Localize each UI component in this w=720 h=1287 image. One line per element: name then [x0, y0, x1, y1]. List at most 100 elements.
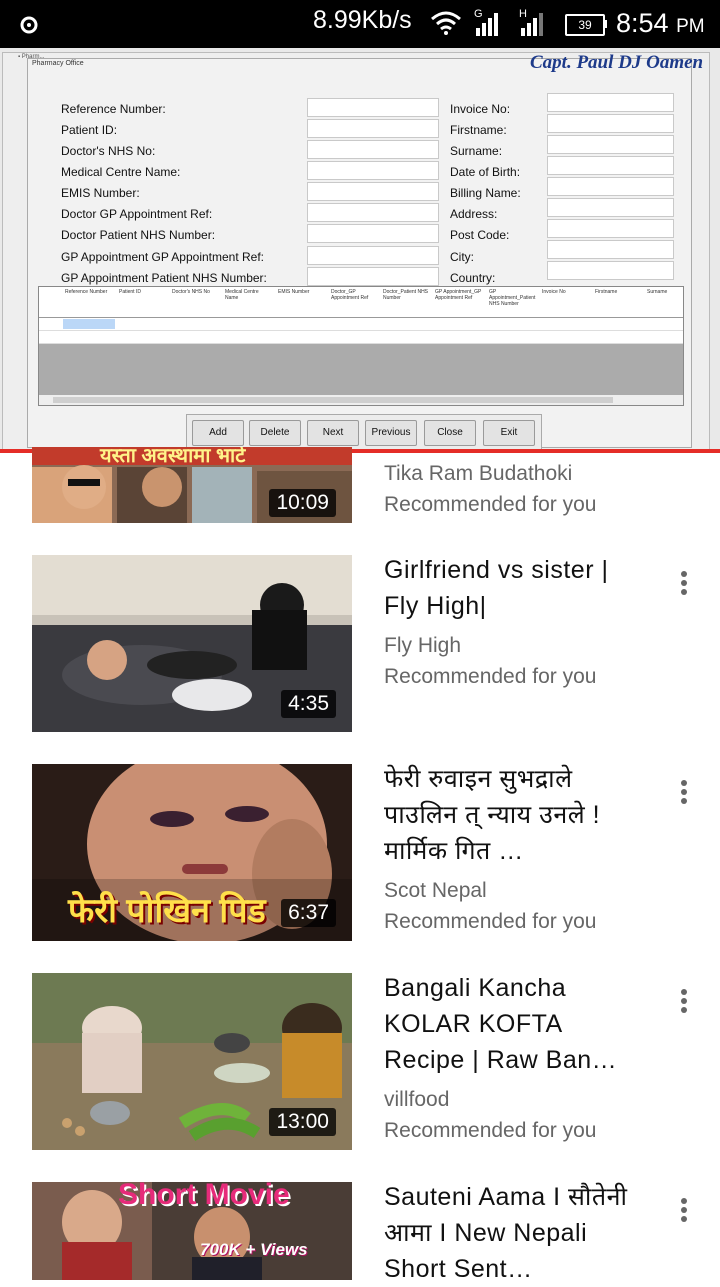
input-doctor-nhs [307, 140, 439, 159]
label-patient-id: Patient ID: [61, 123, 118, 137]
delete-button: Delete [249, 420, 301, 446]
video-thumbnail[interactable]: यस्ता अवस्थामा भाटे 10:09 [32, 447, 352, 523]
grid-col-header: Medical Centre Name [225, 289, 259, 301]
grid-col-header: Doctor_GP Appointment Ref [331, 289, 369, 301]
video-list-item[interactable]: 4:35 Girlfriend vs sister | Fly High| Fl… [0, 555, 720, 745]
input-medical-centre [307, 161, 439, 180]
label-surname: Surname: [450, 144, 503, 158]
thumbnail-overlay-text: यस्ता अवस्थामा भाटे [100, 447, 246, 467]
label-gp-patient-nhs: GP Appointment Patient NHS Number: [61, 271, 267, 285]
video-thumbnail[interactable]: फेरी पोखिन पिड 6:37 [32, 764, 352, 941]
grid-row [39, 331, 683, 344]
next-button: Next [307, 420, 359, 446]
thumbnail-overlay-text: फेरी पोखिन पिड [68, 892, 266, 930]
clock-time: 8:54 [616, 8, 669, 38]
label-medical-centre: Medical Centre Name: [61, 165, 181, 179]
recommended-label: Recommended for you [384, 910, 597, 933]
input-surname [547, 135, 674, 154]
battery-icon: 39 [565, 14, 605, 36]
grid-header: Reference Number Patient ID Doctor's NHS… [39, 287, 683, 318]
label-reference-number: Reference Number: [61, 102, 166, 116]
input-firstname [547, 114, 674, 133]
label-firstname: Firstname: [450, 123, 507, 137]
channel-name: Scot Nepal [384, 879, 487, 902]
label-doctor-patient-nhs: Doctor Patient NHS Number: [61, 228, 216, 242]
exit-button: Exit [483, 420, 535, 446]
video-title[interactable]: फेरी रुवाइन सुभद्राले पाउलिन त् न्याय उन… [384, 761, 646, 869]
input-post-code [547, 219, 674, 238]
grid-col-header: Firstname [595, 289, 618, 295]
video-list-item[interactable]: फेरी पोखिन पिड 6:37 फेरी रुवाइन सुभद्राल… [0, 764, 720, 954]
input-emis-number [307, 182, 439, 201]
grid-col-header: Doctor's NHS No [172, 289, 210, 295]
video-thumbnail[interactable]: 13:00 [32, 973, 352, 1150]
video-duration: 13:00 [269, 1108, 336, 1136]
network-speed: 8.99Kb/s [313, 6, 412, 34]
add-button: Add [192, 420, 244, 446]
window-title: Pharmacy Office [32, 60, 84, 67]
input-patient-id [307, 119, 439, 138]
channel-name: Fly High [384, 634, 462, 657]
label-date-of-birth: Date of Birth: [450, 165, 521, 179]
battery-level: 39 [578, 18, 592, 32]
network-type-2: H [519, 8, 527, 20]
video-title[interactable]: Bangali Kancha KOLAR KOFTA Recipe | Raw … [384, 970, 646, 1078]
channel-name: Tika Ram Budathoki [384, 462, 573, 485]
input-invoice-no [547, 93, 674, 112]
grid-col-header: EMIS Number [278, 289, 310, 295]
video-title[interactable]: Sauteni Aama I सौतेनी आमा I New Nepali S… [384, 1179, 646, 1287]
label-country: Country: [450, 271, 496, 285]
label-gp-appointment-ref: GP Appointment GP Appointment Ref: [61, 250, 265, 264]
video-duration: 4:35 [281, 690, 336, 718]
recommended-label: Recommended for you [384, 665, 597, 688]
data-grid: Reference Number Patient ID Doctor's NHS… [38, 286, 684, 406]
video-player[interactable]: ▪ Pharm... Pharmacy Office Capt. Paul DJ… [0, 48, 720, 450]
clock: 8:54 PM [616, 8, 705, 39]
label-doctor-gp-ref: Doctor GP Appointment Ref: [61, 207, 213, 221]
wifi-icon [431, 11, 461, 35]
notification-icon [20, 16, 38, 34]
more-options-icon[interactable] [674, 986, 694, 1016]
video-title[interactable]: Girlfriend vs sister | Fly High| [384, 552, 646, 624]
close-button: Close [424, 420, 476, 446]
input-reference-number [307, 98, 439, 117]
thumbnail-views-text: 700K + Views [200, 1240, 308, 1259]
label-invoice-no: Invoice No: [450, 102, 511, 116]
video-thumbnail[interactable]: Short Movie 700K + Views [32, 1182, 352, 1280]
network-type-1: G [474, 8, 483, 20]
input-date-of-birth [547, 156, 674, 175]
input-doctor-gp-ref [307, 203, 439, 222]
more-options-icon[interactable] [674, 777, 694, 807]
grid-selected-cell [63, 319, 115, 329]
input-city [547, 240, 674, 259]
label-address: Address: [450, 207, 498, 221]
video-list-item[interactable]: 13:00 Bangali Kancha KOLAR KOFTA Recipe … [0, 973, 720, 1163]
video-thumbnail[interactable]: 4:35 [32, 555, 352, 732]
grid-row [39, 318, 683, 331]
recommended-label: Recommended for you [384, 1119, 597, 1142]
grid-col-header: Patient ID [119, 289, 141, 295]
recommended-label: Recommended for you [384, 493, 597, 516]
video-list-item[interactable]: Short Movie 700K + Views Sauteni Aama I … [0, 1182, 720, 1283]
input-doctor-patient-nhs [307, 224, 439, 243]
channel-name: villfood [384, 1088, 450, 1111]
label-post-code: Post Code: [450, 228, 510, 242]
label-billing-name: Billing Name: [450, 186, 521, 200]
label-doctor-nhs: Doctor's NHS No: [61, 144, 156, 158]
input-address [547, 198, 674, 217]
grid-scroll-thumb [53, 397, 613, 403]
input-gp-patient-nhs [307, 267, 439, 286]
grid-col-header: Doctor_Patient NHS Number [383, 289, 429, 301]
more-options-icon[interactable] [674, 568, 694, 598]
battery-tip [604, 20, 607, 28]
input-gp-appointment-ref [307, 246, 439, 265]
grid-scrollbar [39, 395, 683, 405]
grid-col-header: GP Appointment_Patient NHS Number [489, 289, 536, 307]
video-list-item[interactable]: यस्ता अवस्थामा भाटे 10:09 Tika Ram Budat… [0, 447, 720, 539]
thumbnail-overlay-text: Short Movie [118, 1182, 290, 1211]
grid-col-header: Surname [647, 289, 668, 295]
label-city: City: [450, 250, 474, 264]
grid-col-header: Invoice No [542, 289, 566, 295]
grid-col-header: Reference Number [65, 289, 108, 295]
more-options-icon[interactable] [674, 1195, 694, 1225]
